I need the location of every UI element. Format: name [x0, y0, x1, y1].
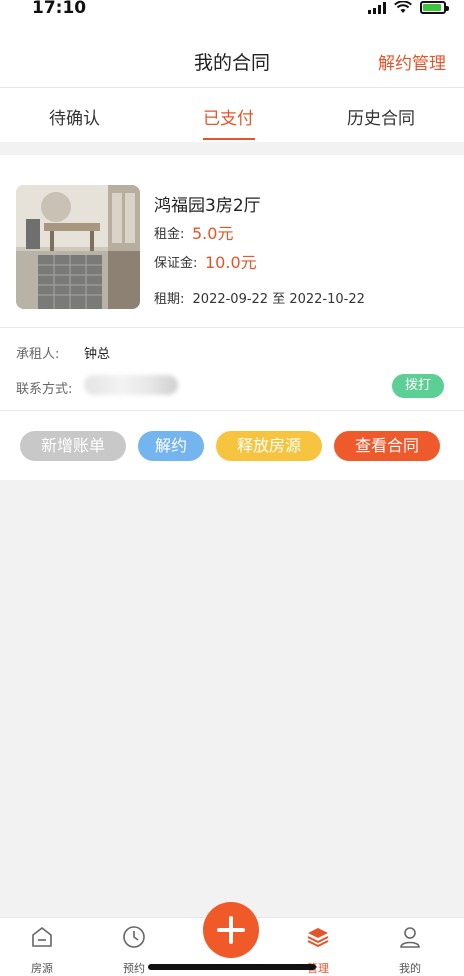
rent-label: 租金: [154, 227, 185, 242]
contact-label: 联系方式: [16, 382, 73, 397]
deposit-value: 10.0元 [205, 253, 257, 272]
add-bill-button[interactable]: 新增账单 [20, 431, 126, 461]
user-icon [400, 927, 420, 948]
divider [0, 327, 464, 328]
tabbar-item-listings[interactable]: 房源 [12, 918, 72, 976]
status-icons [368, 1, 449, 14]
tenant-label: 承租人: [16, 347, 60, 362]
layers-icon [307, 928, 329, 948]
battery-icon [420, 1, 449, 14]
house-icon [32, 926, 52, 947]
tenant-name: 钟总 [84, 347, 111, 362]
view-contract-button[interactable]: 查看合同 [334, 431, 440, 461]
wifi-icon [394, 1, 412, 13]
lease-period-label: 租期: [154, 292, 185, 307]
clock-icon [123, 926, 145, 948]
contact-phone-redacted [84, 375, 178, 395]
rent-value: 5.0元 [192, 224, 234, 243]
signal-icon [368, 1, 386, 14]
nav-bar: 我的合同 解约管理 [0, 30, 464, 88]
status-bar: 17:10 [0, 0, 464, 30]
contract-tabs: 待确认 已支付 历史合同 [0, 88, 464, 142]
tabbar-label: 我的 [399, 962, 421, 975]
contract-card[interactable]: 鸿福园3房2厅 租金: 5.0元 保证金: 10.0元 租期: 2022-09-… [0, 155, 464, 480]
house-name: 鸿福园3房2厅 [154, 196, 261, 216]
status-time: 17:10 [32, 0, 87, 18]
call-button[interactable]: 拨打 [392, 374, 444, 398]
house-image [16, 185, 140, 309]
deposit-label: 保证金: [154, 256, 198, 271]
add-button[interactable] [203, 902, 259, 958]
tabbar-label: 房源 [31, 962, 53, 975]
divider [0, 410, 464, 411]
tabbar-item-mine[interactable]: 我的 [380, 918, 440, 976]
active-tab-indicator [203, 138, 255, 140]
termination-management-button[interactable]: 解约管理 [378, 49, 446, 74]
lease-period: 租期: 2022-09-22 至 2022-10-22 [154, 288, 365, 307]
terminate-button[interactable]: 解约 [138, 431, 204, 461]
tab-pending[interactable]: 待确认 [49, 104, 100, 129]
tab-paid[interactable]: 已支付 [203, 104, 254, 129]
tab-history[interactable]: 历史合同 [347, 104, 415, 129]
release-listing-button[interactable]: 释放房源 [216, 431, 322, 461]
lease-period-value: 2022-09-22 至 2022-10-22 [192, 292, 365, 307]
home-indicator [148, 964, 316, 970]
